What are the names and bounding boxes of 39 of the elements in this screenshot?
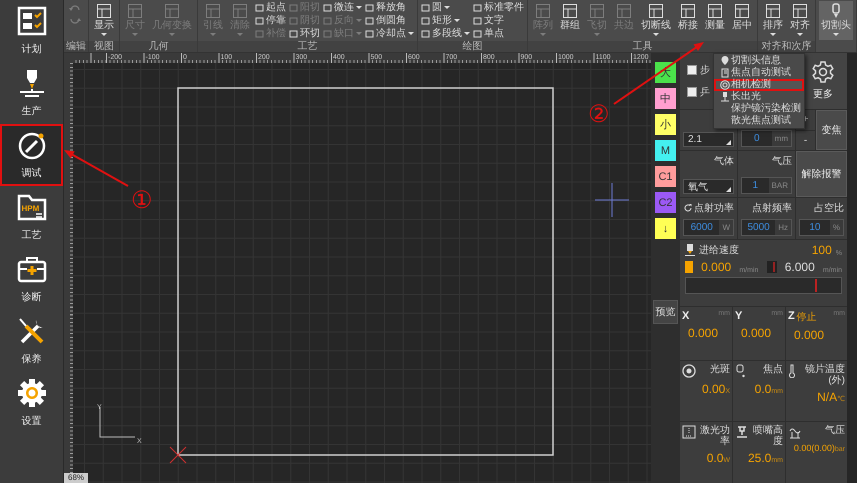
readout-value: 0.0 — [706, 451, 724, 466]
readout-value: 0.00 — [702, 382, 726, 396]
readout-label: 喷嘴高度 — [752, 425, 783, 448]
field-label: 气体 — [713, 155, 734, 168]
group-label: 几何 — [120, 41, 197, 52]
readout-label: 气压 — [824, 425, 845, 436]
field-label: 点射功率 — [694, 202, 734, 215]
field-label: 气压 — [771, 155, 792, 168]
readout-value: 0.000 — [741, 326, 772, 340]
readout-value: 25.0 — [748, 451, 772, 466]
group-label: 工具 — [528, 41, 757, 52]
group-label: 对齐和次序 — [758, 41, 815, 52]
readout-value: 0.00(0.00) — [794, 443, 835, 454]
field-label: 点射频率 — [752, 202, 792, 215]
readout-value: 0.000 — [794, 328, 824, 342]
feed-percent: 100 — [812, 243, 832, 257]
icon-text: HPM — [21, 204, 39, 213]
axis-status: 停止 — [796, 310, 817, 324]
readout-value: N/A — [817, 390, 838, 404]
readout-value: 0.000 — [688, 326, 718, 340]
feed-label: 进给速度 — [699, 244, 739, 257]
zoom-level: 68% — [64, 473, 88, 483]
axis-label: Z — [788, 310, 795, 322]
readout-value: 0.0 — [754, 382, 772, 396]
axis-label: Y — [735, 310, 742, 322]
annotation-number: ① — [131, 186, 153, 214]
current-speed: 0.000 — [701, 260, 732, 274]
max-speed: 6.000 — [784, 260, 815, 274]
group-label: 绘图 — [418, 41, 527, 52]
annotation-number: ② — [588, 100, 610, 128]
readout-label: 激光功率 — [699, 425, 730, 448]
readout-label: 镜片温度(外) — [804, 364, 845, 386]
axis-label: X — [682, 310, 690, 322]
group-label: 工艺 — [198, 41, 417, 52]
group-label: 编辑 — [64, 41, 88, 52]
readout-label: 焦点 — [762, 364, 783, 375]
group-label: 视图 — [89, 41, 119, 52]
field-label: 占空比 — [814, 202, 844, 215]
readout-label: 光斑 — [709, 364, 730, 375]
